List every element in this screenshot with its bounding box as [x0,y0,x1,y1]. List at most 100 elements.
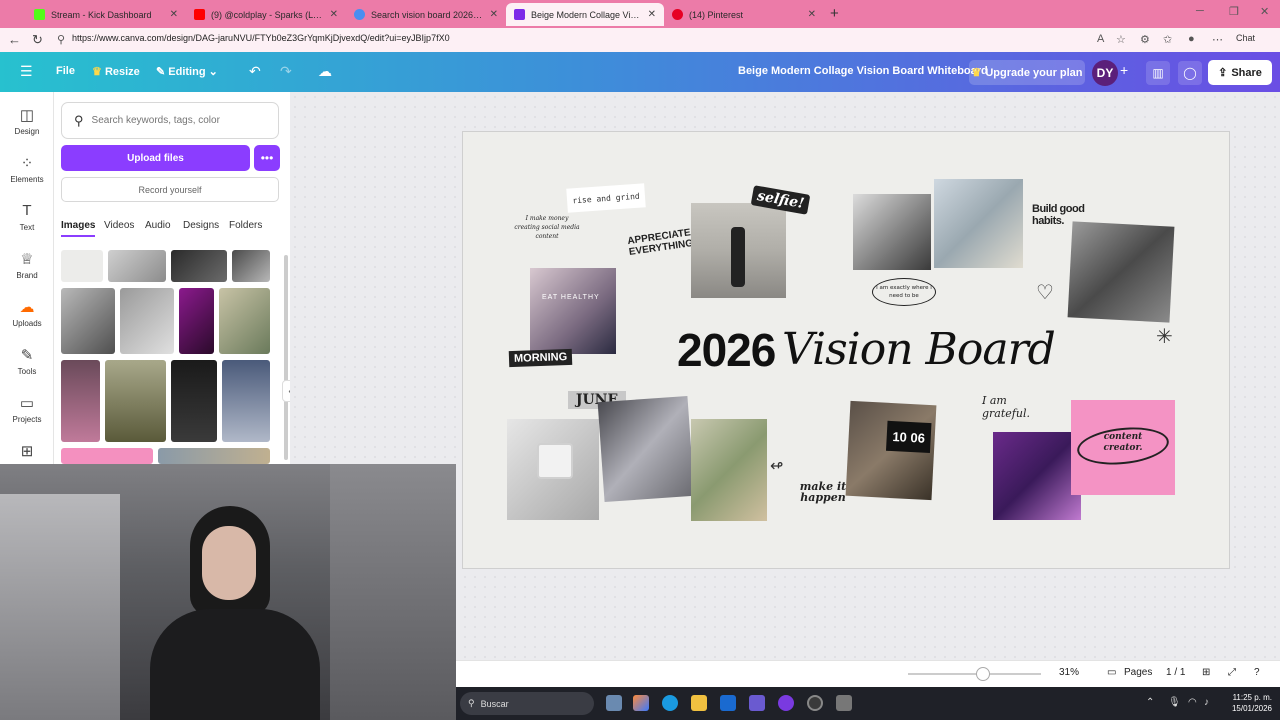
mail-icon[interactable] [720,695,736,711]
tray-chevron-icon[interactable]: ⌃ [1146,697,1154,708]
editing-dropdown[interactable]: ✎ Editing ⌄ [156,65,218,78]
file-explorer-icon[interactable] [691,695,707,711]
reload-icon[interactable]: ↻ [32,32,43,48]
taskbar-clock[interactable]: 11:25 p. m. 15/01/2026 [1220,692,1272,714]
image-thumbnail[interactable] [61,448,153,464]
search-box[interactable]: ⚲ [61,102,279,139]
rail-brand[interactable]: ♕ Brand [0,250,54,280]
pages-button[interactable]: Pages [1124,667,1152,678]
image-thumbnail[interactable] [120,288,174,354]
elevator-selfie-photo[interactable] [691,203,786,298]
copilot-chat-button[interactable]: Chat [1236,33,1255,43]
zoom-slider-track[interactable] [908,673,1041,675]
image-thumbnail[interactable] [105,360,166,442]
gym-interior-photo[interactable] [1067,221,1175,323]
panel-scrollbar[interactable] [284,255,288,460]
file-menu[interactable]: File [56,65,75,77]
fullscreen-icon[interactable]: ⤢ [1228,667,1236,678]
menu-icon[interactable]: ⋯ [1212,33,1223,46]
upload-files-button[interactable]: Upload files [61,145,250,171]
tab-folders[interactable]: Folders [229,220,262,231]
resize-button[interactable]: ♛ Resize [92,65,140,78]
tab-vision-board[interactable]: Beige Modern Collage Vision Board ✕ [506,3,664,26]
record-yourself-button[interactable]: Record yourself [61,177,279,202]
tab-images[interactable]: Images [61,220,96,237]
youtube-plaque-photo[interactable] [507,419,599,520]
obs-icon[interactable] [778,695,794,711]
image-thumbnail[interactable] [158,448,270,464]
extensions-icon[interactable]: ⚙ [1140,33,1150,46]
copilot-icon[interactable] [633,695,649,711]
cloud-save-icon[interactable]: ☁ [318,63,332,80]
url-field[interactable]: https://www.canva.com/design/DAG-jaruNVU… [72,33,450,43]
content-creator-card[interactable]: content creator. [1071,400,1175,495]
gym-photo[interactable] [853,194,931,270]
search-input[interactable] [91,115,262,126]
rail-apps[interactable]: ⊞ [0,442,54,460]
exactly-where-note[interactable]: I am exactly where I need to be [872,278,936,306]
money-note[interactable]: I make money creating social media conte… [514,214,580,241]
share-button[interactable]: ⇪ Share [1208,60,1272,85]
taskbar-search[interactable]: ⚲ Buscar [460,692,594,715]
window-close-icon[interactable]: ✕ [1260,5,1269,18]
teams-icon[interactable] [749,695,765,711]
make-it-happen-text[interactable]: make it happen [795,481,851,503]
zoom-slider-handle[interactable] [976,667,990,681]
more-options-icon[interactable]: ••• [254,145,280,171]
rail-design[interactable]: ◫ Design [0,106,54,136]
tab-designs[interactable]: Designs [183,220,219,231]
image-thumbnail[interactable] [171,250,227,282]
tab-search[interactable]: Search vision board 2026 - Canva ✕ [346,3,506,26]
cash-photo[interactable] [691,419,767,521]
hamburger-menu-icon[interactable]: ☰ [20,63,33,80]
wifi-icon[interactable]: ◠ [1188,697,1197,708]
image-thumbnail[interactable] [222,360,270,442]
tab-youtube[interactable]: (9) @coldplay - Sparks (Lyrics) - Yo ✕ [186,3,346,26]
setup-photo[interactable] [993,432,1081,520]
image-thumbnail[interactable] [219,288,270,354]
tab-videos[interactable]: Videos [104,220,134,231]
redo-icon[interactable]: ↷ [280,63,292,80]
books-photo[interactable] [934,179,1023,268]
new-tab-icon[interactable]: + [830,5,839,22]
rail-text[interactable]: T Text [0,202,54,232]
help-icon[interactable]: ? [1254,667,1260,678]
comment-icon[interactable]: ◯ [1178,61,1202,85]
image-thumbnail[interactable] [179,288,214,354]
image-thumbnail[interactable] [108,250,166,282]
microphone-icon[interactable]: 🎙 [1168,697,1181,708]
design-title[interactable]: Beige Modern Collage Vision Board Whiteb… [738,65,988,77]
healthy-food-photo[interactable]: EAT HEALTHY [530,268,616,354]
avatar[interactable]: DY [1092,60,1118,86]
grateful-text[interactable]: I am grateful. [982,394,1054,420]
tab-pinterest[interactable]: (14) Pinterest ✕ [664,3,824,26]
favorites-bar-icon[interactable]: ✩ [1163,33,1172,46]
image-thumbnail[interactable] [61,360,100,442]
add-collaborator-icon[interactable]: + [1120,62,1128,78]
site-info-icon[interactable]: ⚲ [57,33,65,46]
zoom-level[interactable]: 31% [1059,667,1079,678]
image-thumbnail[interactable] [232,250,270,282]
close-icon[interactable]: ✕ [648,9,656,20]
edge-icon[interactable] [662,695,678,711]
laptop-clock-photo[interactable]: 10 06 [845,400,937,501]
close-icon[interactable]: ✕ [170,9,178,20]
morning-label[interactable]: MORNING [508,348,573,368]
rail-projects[interactable]: ▭ Projects [0,394,54,424]
back-icon[interactable]: ← [8,32,21,47]
profile-icon[interactable]: ● [1188,33,1195,45]
close-icon[interactable]: ✕ [330,9,338,20]
close-icon[interactable]: ✕ [490,9,498,20]
tab-audio[interactable]: Audio [145,220,171,231]
image-thumbnail[interactable] [61,288,115,354]
settings-icon[interactable] [836,695,852,711]
image-thumbnail[interactable] [171,360,217,442]
tab-kick[interactable]: Stream - Kick Dashboard ✕ [26,3,186,26]
recording-app-icon[interactable] [807,695,823,711]
close-icon[interactable]: ✕ [808,9,816,20]
maximize-icon[interactable]: ❐ [1229,5,1239,18]
board-title-year[interactable]: 2026 [677,323,776,377]
insights-icon[interactable]: ▥ [1146,61,1170,85]
minimize-icon[interactable]: ─ [1196,5,1204,17]
grid-view-icon[interactable]: ⊞ [1202,667,1210,678]
